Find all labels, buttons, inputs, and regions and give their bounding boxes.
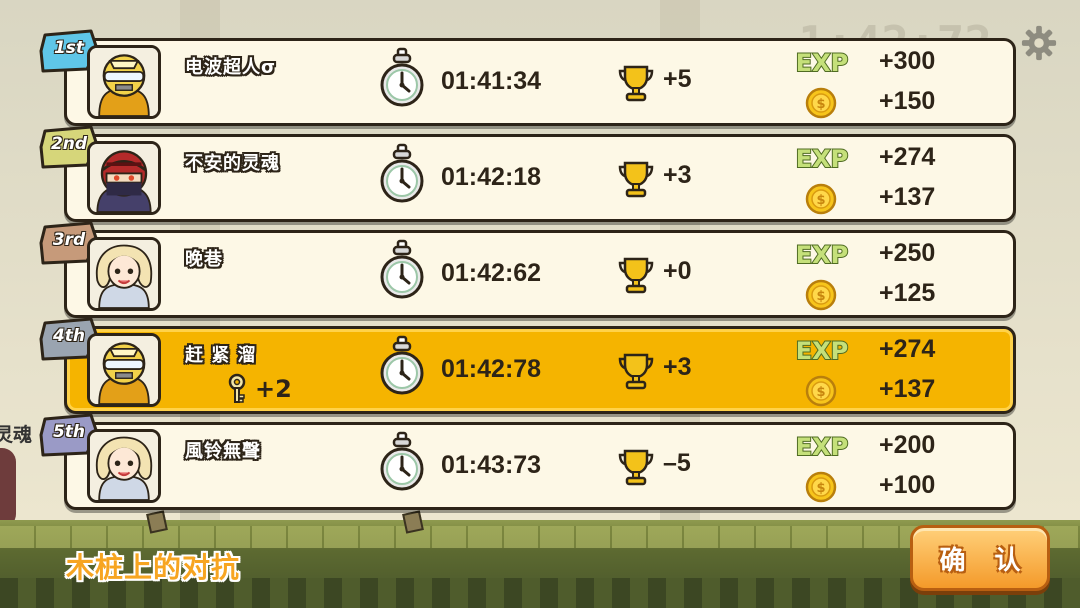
finish-time: 01:41:34 [441, 67, 542, 95]
svg-text:$: $ [816, 385, 825, 400]
finish-time: 01:43:73 [441, 451, 542, 479]
player-name: 不安的灵魂 [185, 153, 280, 174]
coin-gain: +137 [879, 183, 936, 211]
trophy-change: –5 [663, 449, 691, 477]
svg-text:EXP: EXP [796, 433, 849, 461]
trophy-change: +3 [663, 161, 692, 189]
coin-icon: $ [805, 87, 837, 119]
background-character [0, 448, 16, 528]
coin-gain: +125 [879, 279, 936, 307]
svg-text:EXP: EXP [796, 145, 849, 173]
result-row-4: 4th 赶 紧 溜 01:42:78 +3 EXP $ +274 +137 +2 [39, 317, 1016, 414]
exp-gain: +200 [879, 431, 936, 459]
blonde-girl-avatar [87, 237, 161, 311]
exp-icon: EXP [791, 143, 853, 174]
stage-title: 木桩上的对抗 [66, 551, 241, 584]
stump-icon [146, 510, 168, 534]
player-name: 風铃無聲 [185, 441, 261, 462]
exp-icon: EXP [791, 47, 853, 78]
result-row-2: 2nd 不安的灵魂 01:42:18 +3 EXP $ +274 +137 [39, 125, 1016, 222]
trophy-icon [617, 159, 655, 199]
key-icon [225, 373, 249, 405]
coin-icon: $ [805, 471, 837, 503]
svg-text:$: $ [816, 481, 825, 496]
exp-gain: +250 [879, 239, 936, 267]
player-name: 赶 紧 溜 [185, 345, 257, 366]
trophy-change: +3 [663, 353, 692, 381]
trophy-icon [617, 351, 655, 391]
background-player-name: 灵魂 [0, 424, 33, 446]
trophy-change: +0 [663, 257, 692, 285]
exp-gain: +300 [879, 47, 936, 75]
exp-icon: EXP [791, 431, 853, 462]
result-row-5: 5th 風铃無聲 01:43:73 –5 EXP $ +200 +100 [39, 413, 1016, 510]
svg-text:EXP: EXP [796, 241, 849, 269]
confirm-button-label: 确 认 [939, 545, 1031, 576]
player-name: 电波超人σ [185, 57, 277, 78]
trophy-icon [617, 255, 655, 295]
coin-icon: $ [805, 375, 837, 407]
stopwatch-icon [379, 143, 425, 207]
result-row-1: 1st 电波超人σ 01:41:34 +5 EXP $ +300 +150 [39, 29, 1016, 126]
gold-robot-avatar [87, 333, 161, 407]
stopwatch-icon [379, 239, 425, 303]
coin-gain: +100 [879, 471, 936, 499]
svg-text:$: $ [816, 193, 825, 208]
exp-gain: +274 [879, 143, 936, 171]
trophy-icon [617, 63, 655, 103]
red-ninja-avatar [87, 141, 161, 215]
key-bonus: +2 [225, 373, 292, 405]
svg-text:$: $ [816, 289, 825, 304]
finish-time: 01:42:18 [441, 163, 542, 191]
svg-text:EXP: EXP [796, 49, 849, 77]
coin-icon: $ [805, 183, 837, 215]
exp-icon: EXP [791, 335, 853, 366]
gear-icon[interactable] [1020, 24, 1058, 62]
exp-gain: +274 [879, 335, 936, 363]
trophy-icon [617, 447, 655, 487]
gold-robot-avatar [87, 45, 161, 119]
blonde-girl-avatar [87, 429, 161, 503]
player-name: 晚巷 [185, 249, 223, 270]
coin-gain: +137 [879, 375, 936, 403]
svg-text:$: $ [816, 97, 825, 112]
stopwatch-icon [379, 47, 425, 111]
finish-time: 01:42:62 [441, 259, 542, 287]
confirm-button[interactable]: 确 认 [910, 525, 1050, 591]
stump-icon [402, 510, 424, 534]
key-bonus-value: +2 [255, 375, 292, 403]
stopwatch-icon [379, 431, 425, 495]
result-row-3: 3rd 晚巷 01:42:62 +0 EXP $ +250 +125 [39, 221, 1016, 318]
coin-icon: $ [805, 279, 837, 311]
trophy-change: +5 [663, 65, 692, 93]
coin-gain: +150 [879, 87, 936, 115]
exp-icon: EXP [791, 239, 853, 270]
finish-time: 01:42:78 [441, 355, 542, 383]
stopwatch-icon [379, 335, 425, 399]
svg-text:EXP: EXP [796, 337, 849, 365]
